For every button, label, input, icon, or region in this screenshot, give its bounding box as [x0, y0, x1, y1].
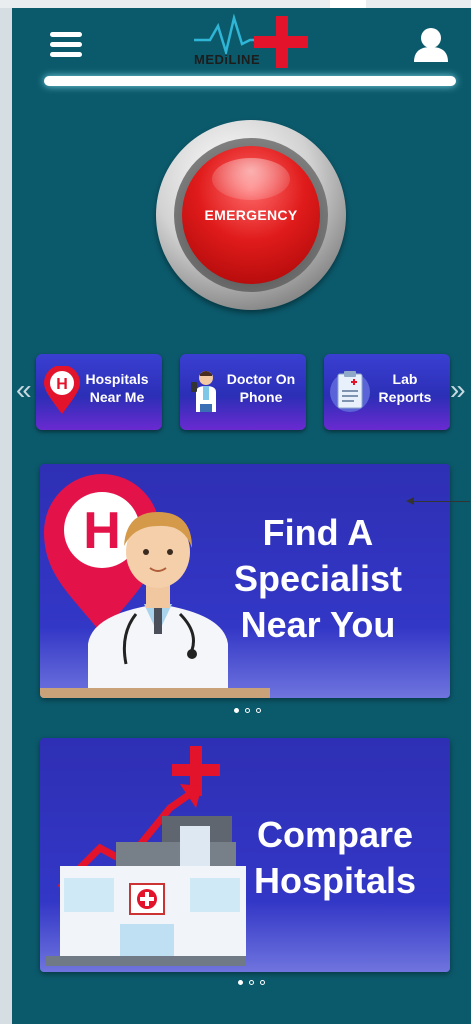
mediline-logo: MEDiLINE	[192, 8, 312, 70]
find-specialist-banner[interactable]: H Find A Specialist Near You	[40, 464, 450, 698]
search-bar[interactable]	[44, 76, 456, 86]
hamburger-menu-icon[interactable]	[50, 32, 82, 60]
banner-1-pagination	[234, 708, 261, 713]
svg-text:H: H	[56, 376, 68, 393]
lab-reports-button[interactable]: Lab Reports	[324, 354, 450, 430]
pagination-dot[interactable]	[256, 708, 261, 713]
pagination-dot[interactable]	[234, 708, 239, 713]
emergency-button[interactable]: EMERGENCY	[182, 146, 320, 284]
pagination-dot[interactable]	[260, 980, 265, 985]
tile-label-line1: Doctor On	[226, 371, 296, 387]
hospitals-near-me-button[interactable]: H Hospitals Near Me	[36, 354, 162, 430]
compare-hospitals-banner[interactable]: Compare Hospitals	[40, 738, 450, 972]
pagination-dot[interactable]	[238, 980, 243, 985]
svg-text:H: H	[83, 502, 121, 560]
lab-report-clipboard-icon	[330, 371, 370, 412]
status-strip	[0, 0, 471, 8]
banner-headline: Find A Specialist Near You	[233, 512, 403, 645]
emergency-label: EMERGENCY	[204, 207, 298, 223]
tile-label-line2: Phone	[239, 389, 283, 405]
doctor-on-phone-button[interactable]: Doctor On Phone	[180, 354, 306, 430]
banner-2-pagination	[238, 980, 265, 985]
pagination-dot[interactable]	[249, 980, 254, 985]
carousel-next-arrow[interactable]: »	[450, 376, 466, 404]
pointer-arrow-icon	[406, 497, 414, 505]
tile-label-line2: Near Me	[89, 389, 145, 405]
tile-label-line1: Lab	[392, 371, 418, 387]
pagination-dot[interactable]	[245, 708, 250, 713]
tile-label-line2: Reports	[378, 389, 432, 405]
logo-text: MEDiLINE	[194, 52, 261, 67]
banner-headline: Compare Hospitals	[253, 814, 417, 901]
emergency-button-bezel: EMERGENCY	[156, 120, 346, 310]
pointer-line	[412, 501, 470, 502]
doctor-phone-icon	[191, 371, 216, 412]
hospital-pin-icon: H	[44, 366, 80, 414]
carousel-prev-arrow[interactable]: «	[16, 376, 32, 404]
tile-label-line1: Hospitals	[85, 371, 149, 387]
app-screen: MEDiLINE EMERGENCY « H Hospitals Near Me	[12, 8, 471, 1024]
user-profile-icon[interactable]	[412, 26, 450, 64]
